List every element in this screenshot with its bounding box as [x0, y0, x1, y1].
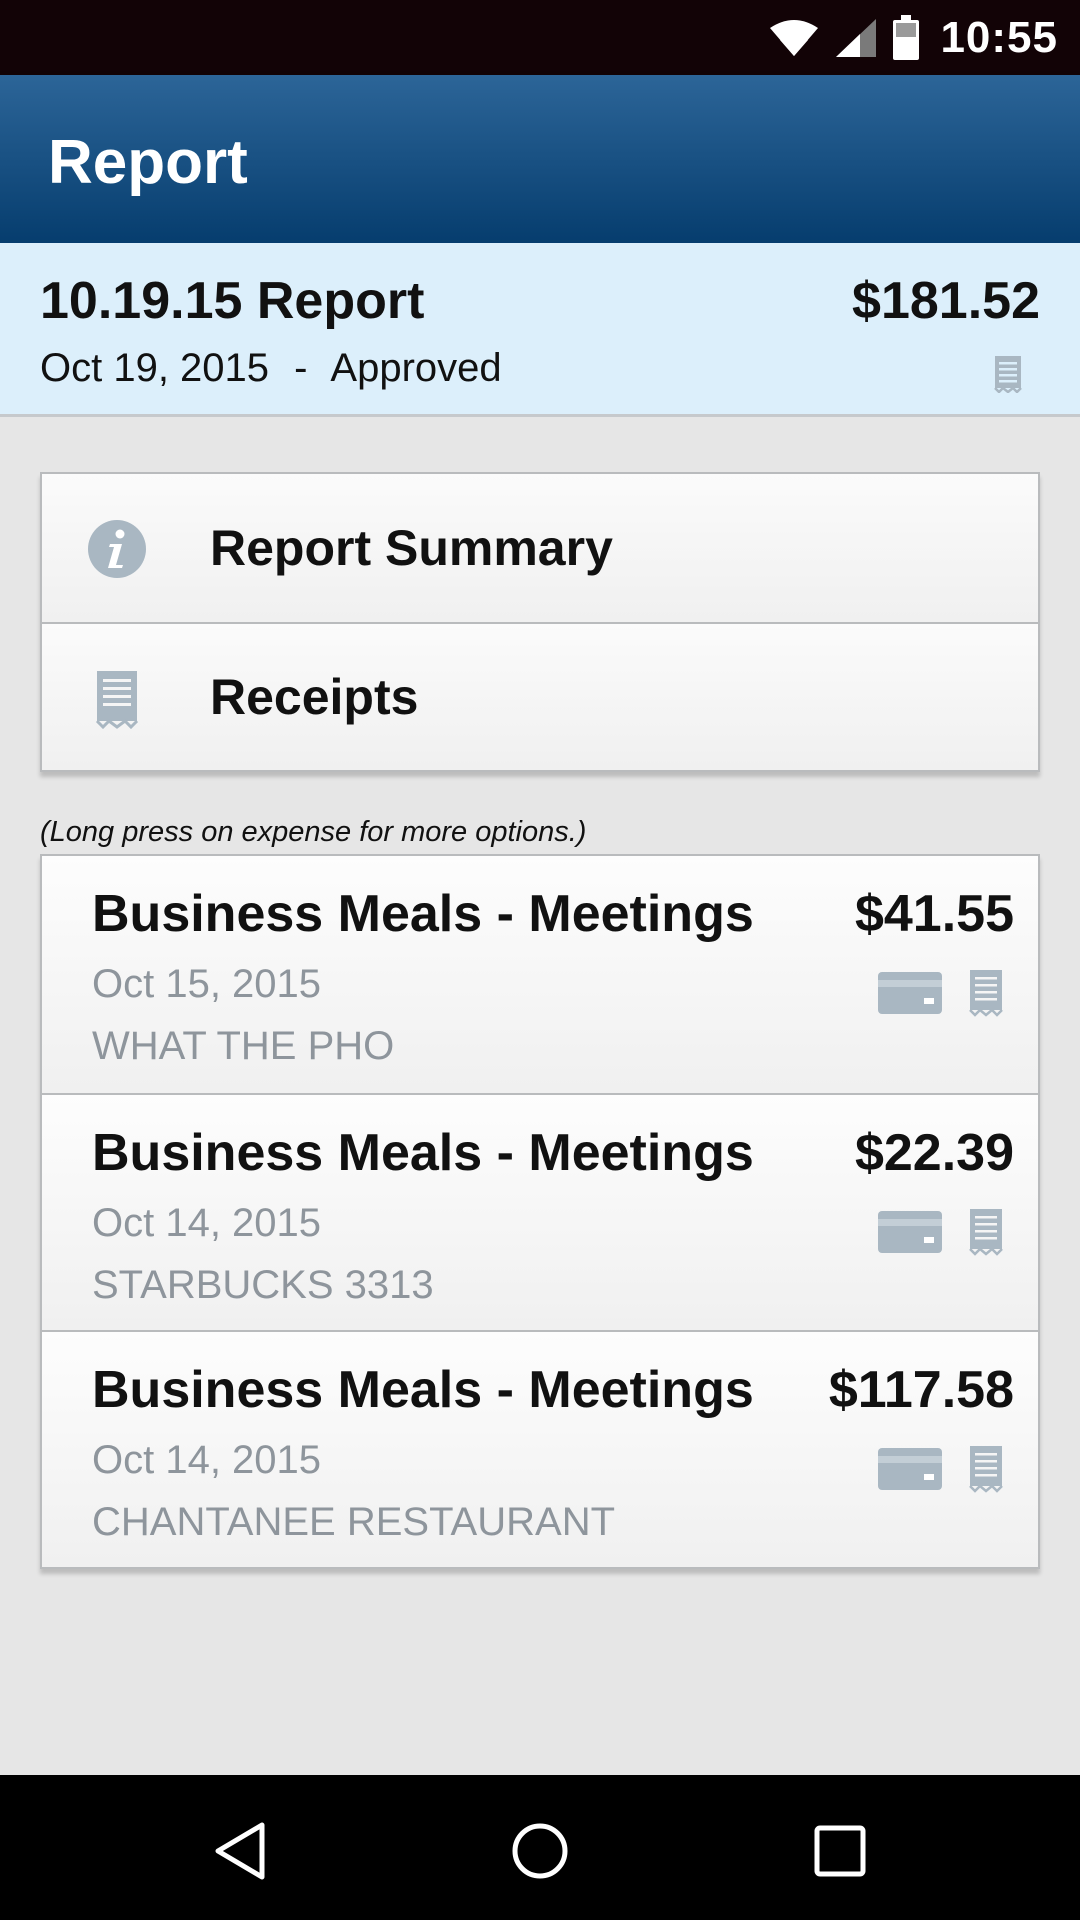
report-meta: Oct 19, 2015 - Approved — [40, 346, 502, 391]
home-button[interactable] — [500, 1811, 580, 1891]
report-date: Oct 19, 2015 — [40, 346, 270, 390]
cell-signal-icon — [836, 18, 877, 57]
expense-icons — [878, 1444, 1004, 1494]
info-icon — [86, 518, 148, 580]
app-bar: Report — [0, 75, 1080, 243]
wifi-icon — [770, 19, 819, 56]
back-icon — [215, 1822, 265, 1880]
credit-card-icon — [878, 1448, 942, 1490]
report-name: 10.19.15 Report — [40, 272, 425, 330]
report-menu: Report Summary Receipts — [40, 472, 1040, 772]
credit-card-icon — [878, 1211, 942, 1253]
expense-amount: $41.55 — [854, 885, 1014, 943]
expense-vendor: STARBUCKS 3313 — [92, 1263, 434, 1307]
navigation-bar — [0, 1775, 1080, 1920]
home-icon — [512, 1823, 568, 1879]
expense-icons — [878, 968, 1004, 1018]
credit-card-icon — [878, 972, 942, 1014]
status-time: 10:55 — [940, 12, 1058, 62]
long-press-hint: (Long press on expense for more options.… — [40, 816, 587, 848]
receipt-icon — [969, 1209, 1003, 1256]
expense-date: Oct 14, 2015 — [92, 1201, 322, 1245]
expense-list: Business Meals - Meetings $41.55 Oct 15,… — [40, 854, 1040, 1569]
expense-date: Oct 14, 2015 — [92, 1438, 322, 1482]
expense-vendor: CHANTANEE RESTAURANT — [92, 1500, 616, 1544]
expense-date: Oct 15, 2015 — [92, 962, 322, 1006]
receipt-icon — [969, 1446, 1003, 1493]
receipt-icon — [994, 355, 1022, 398]
report-summary-button[interactable]: Report Summary — [42, 474, 1038, 622]
expense-icons — [878, 1207, 1004, 1257]
receipt-icon — [969, 970, 1003, 1017]
expense-amount: $117.58 — [828, 1361, 1014, 1419]
app-title: Report — [48, 128, 248, 197]
receipt-icon — [86, 668, 148, 730]
status-bar: 10:55 — [0, 0, 1080, 75]
receipts-label: Receipts — [210, 669, 419, 725]
expense-type: Business Meals - Meetings — [92, 1361, 754, 1419]
report-summary-label: Report Summary — [210, 520, 613, 576]
report-header: 10.19.15 Report $181.52 Oct 19, 2015 - A… — [0, 243, 1080, 417]
expense-type: Business Meals - Meetings — [92, 1124, 754, 1182]
expense-amount: $22.39 — [854, 1124, 1014, 1182]
expense-vendor: WHAT THE PHO — [92, 1024, 395, 1068]
battery-icon — [893, 14, 920, 60]
report-total: $181.52 — [852, 272, 1040, 330]
report-status: Approved — [330, 346, 502, 390]
expense-row[interactable]: Business Meals - Meetings $41.55 Oct 15,… — [42, 856, 1038, 1093]
expense-row[interactable]: Business Meals - Meetings $117.58 Oct 14… — [42, 1330, 1038, 1567]
report-separator: - — [294, 346, 308, 390]
expense-type: Business Meals - Meetings — [92, 885, 754, 943]
recents-button[interactable] — [800, 1811, 880, 1891]
receipts-button[interactable]: Receipts — [42, 622, 1038, 770]
expense-row[interactable]: Business Meals - Meetings $22.39 Oct 14,… — [42, 1093, 1038, 1330]
recents-icon — [814, 1825, 866, 1877]
back-button[interactable] — [200, 1811, 280, 1891]
